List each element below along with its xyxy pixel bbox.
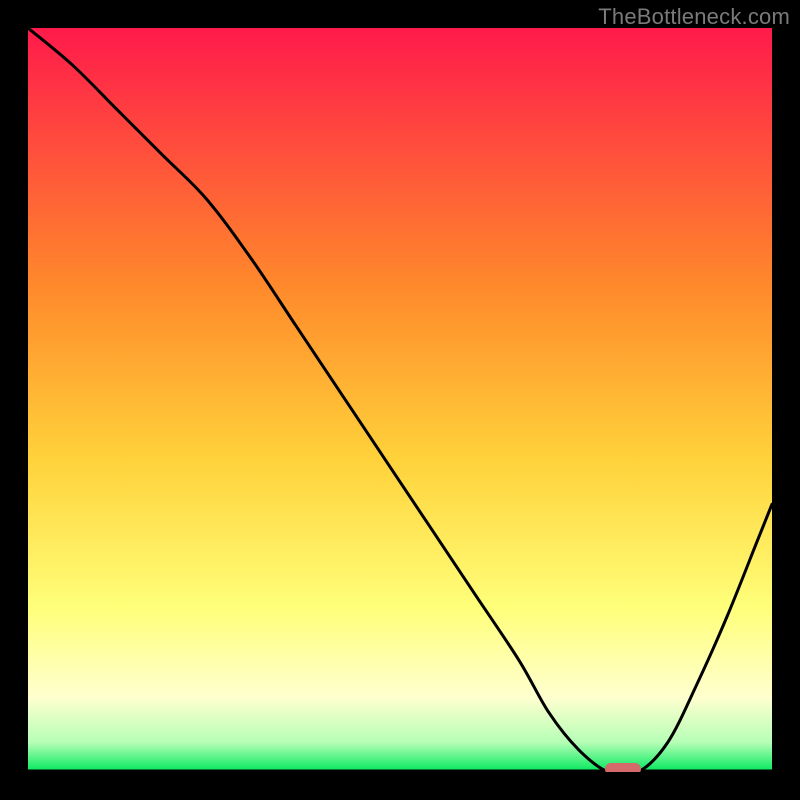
chart-frame: TheBottleneck.com <box>0 0 800 800</box>
optimal-marker <box>605 763 641 772</box>
bottleneck-curve <box>28 28 772 772</box>
plot-area <box>28 28 772 772</box>
watermark-label: TheBottleneck.com <box>598 4 790 30</box>
